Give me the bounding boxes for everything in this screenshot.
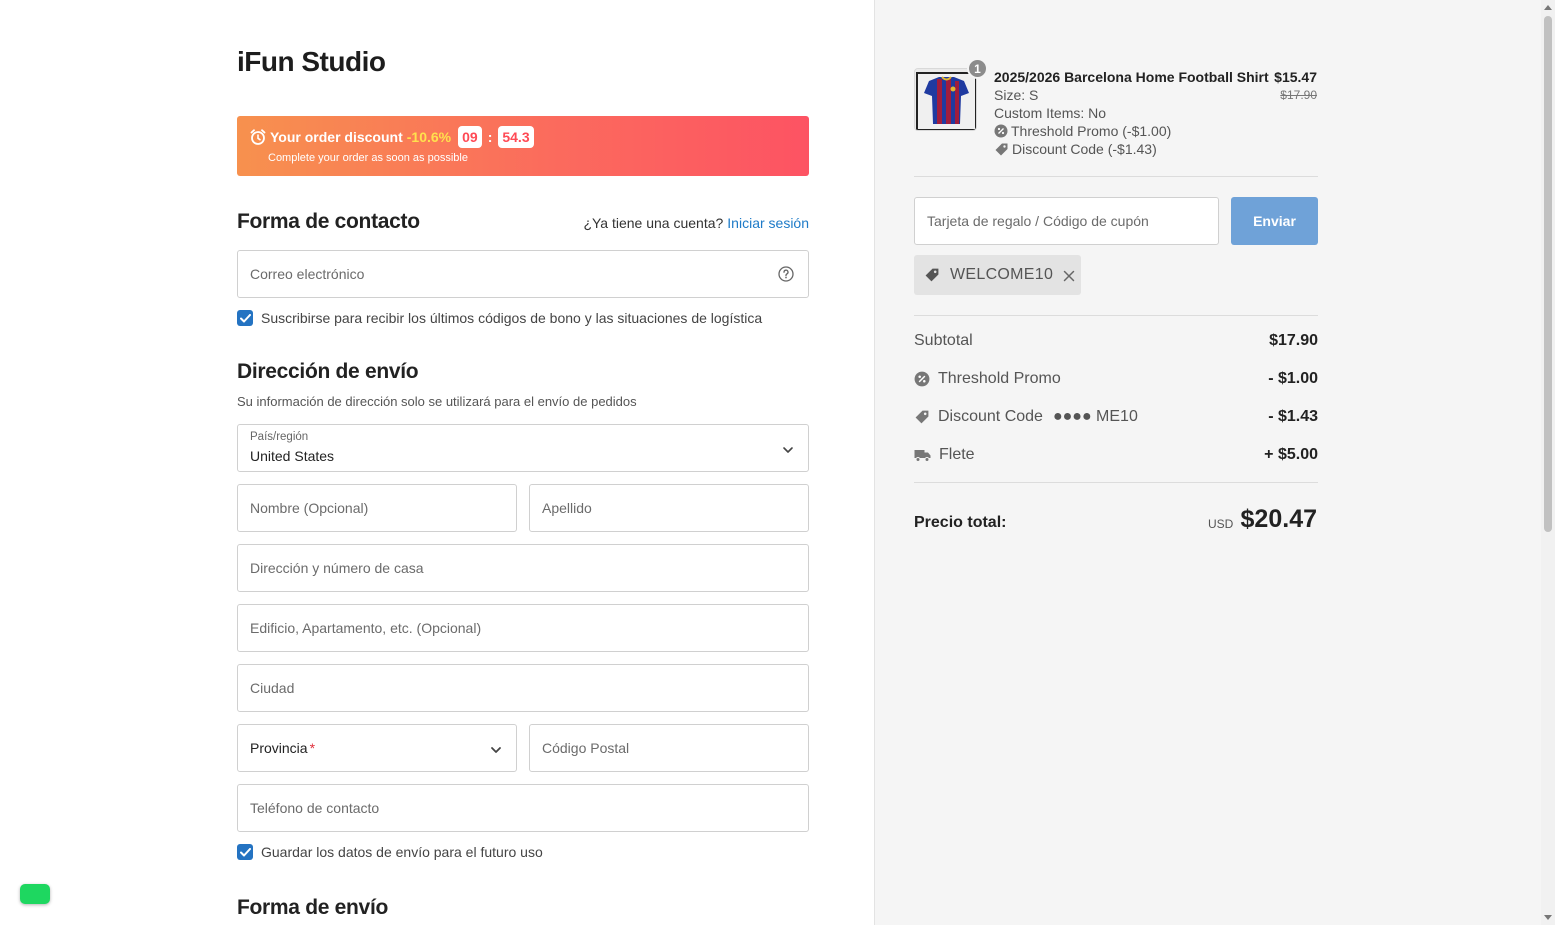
product-size: Size: S	[994, 87, 1039, 103]
shipping-address-title: Dirección de envío	[237, 360, 419, 383]
total-label: Precio total:	[914, 514, 1007, 531]
promo-badge-icon	[994, 124, 1008, 138]
postal-code-field[interactable]: Código Postal	[529, 724, 809, 772]
divider	[914, 176, 1318, 177]
discount-row: Discount Code ●●●● ME10 - $1.43	[914, 408, 1318, 430]
applied-coupon-code: WELCOME10	[950, 266, 1054, 283]
discount-countdown-banner: Your order discount -10.6% 09 : 54.3 Com…	[237, 116, 809, 176]
subscribe-checkbox-row[interactable]: Suscribirse para recibir los últimos cód…	[237, 310, 762, 326]
tag-icon	[995, 143, 1008, 155]
discount-label: Discount Code	[938, 408, 1043, 425]
postal-placeholder: Código Postal	[542, 740, 630, 756]
quantity-badge: 1	[967, 58, 988, 79]
promo-label: Threshold Promo	[938, 370, 1061, 387]
last-name-field[interactable]: Apellido	[529, 484, 809, 532]
promo-row: Threshold Promo - $1.00	[914, 370, 1318, 392]
product-discount: Discount Code (-$1.43)	[1012, 141, 1157, 157]
checkout-form-panel: iFun Studio Your order discount -10.6% 0…	[0, 0, 874, 925]
chevron-down-icon	[490, 743, 502, 755]
product-promo: Threshold Promo (-$1.00)	[1011, 123, 1172, 139]
banner-subtitle: Complete your order as soon as possible	[268, 152, 468, 164]
product-price: $15.47	[1274, 69, 1317, 85]
account-prompt: ¿Ya tiene una cuenta? Iniciar sesión	[583, 215, 809, 231]
discount-masked-code: ●●●● ME10	[1052, 408, 1138, 425]
login-link[interactable]: Iniciar sesión	[727, 215, 809, 231]
province-label-wrap: Provincia *	[250, 740, 315, 756]
product-custom: Custom Items: No	[994, 105, 1107, 121]
promo-amount: - $1.00	[1268, 370, 1318, 387]
city-placeholder: Ciudad	[250, 680, 295, 696]
subtotal-label: Subtotal	[914, 332, 973, 349]
phone-field[interactable]: Teléfono de contacto	[237, 784, 809, 832]
shipping-amount: + $5.00	[1264, 446, 1318, 463]
province-label: Provincia	[250, 740, 308, 756]
chevron-down-icon	[782, 443, 794, 455]
address2-field[interactable]: Edificio, Apartamento, etc. (Opcional)	[237, 604, 809, 652]
shipping-label: Flete	[939, 446, 975, 463]
province-select[interactable]: Provincia *	[237, 724, 517, 772]
chat-widget-button[interactable]	[20, 884, 50, 904]
product-thumbnail	[914, 68, 977, 131]
subtotal-amount: $17.90	[1269, 332, 1318, 349]
truck-icon	[914, 449, 931, 462]
tag-icon	[925, 268, 939, 282]
save-info-checkbox[interactable]	[237, 844, 253, 860]
country-value: United States	[250, 448, 335, 464]
shipping-method-title: Forma de envío	[237, 896, 389, 919]
promo-badge-icon	[914, 371, 930, 387]
subscribe-checkbox[interactable]	[237, 310, 253, 326]
subscribe-label: Suscribirse para recibir los últimos cód…	[261, 310, 763, 326]
applied-coupon-tag: WELCOME10	[914, 255, 1081, 295]
tag-icon	[915, 410, 929, 424]
first-name-field[interactable]: Nombre (Opcional)	[237, 484, 517, 532]
contact-section-title: Forma de contacto	[237, 210, 420, 233]
shipping-row: Flete + $5.00	[914, 446, 1318, 468]
page-scrollbar[interactable]	[1541, 0, 1555, 925]
phone-placeholder: Teléfono de contacto	[250, 800, 380, 816]
product-discount-line: Discount Code (-$1.43)	[994, 141, 1157, 157]
banner-label: Your order discount	[270, 129, 403, 145]
required-mark: *	[309, 740, 316, 756]
address-placeholder: Dirección y número de casa	[250, 560, 424, 576]
scrollbar-thumb[interactable]	[1544, 16, 1552, 532]
account-prompt-text: ¿Ya tiene una cuenta?	[583, 215, 724, 231]
country-label: País/región	[250, 431, 309, 443]
divider	[914, 482, 1318, 483]
remove-coupon-icon[interactable]	[1063, 269, 1075, 282]
scroll-up-arrow-icon[interactable]	[1544, 5, 1552, 10]
banner-discount-percent: -10.6%	[406, 129, 452, 145]
product-title: 2025/2026 Barcelona Home Football Shirt	[994, 69, 1269, 85]
country-select[interactable]: País/región United States	[237, 424, 809, 472]
product-promo-line: Threshold Promo (-$1.00)	[994, 123, 1171, 139]
shipping-address-subtitle: Su información de dirección solo se util…	[237, 394, 637, 409]
store-brand[interactable]: iFun Studio	[237, 46, 386, 78]
discount-amount: - $1.43	[1268, 408, 1318, 425]
save-info-checkbox-row[interactable]: Guardar los datos de envío para el futur…	[237, 844, 543, 860]
last-name-placeholder: Apellido	[542, 500, 592, 516]
apply-coupon-button[interactable]: Enviar	[1231, 197, 1318, 245]
product-original-price: $17.90	[1280, 88, 1317, 102]
save-info-label: Guardar los datos de envío para el futur…	[261, 844, 543, 860]
address-field[interactable]: Dirección y número de casa	[237, 544, 809, 592]
email-field[interactable]: Correo electrónico	[237, 250, 809, 298]
email-placeholder: Correo electrónico	[250, 266, 365, 282]
address2-placeholder: Edificio, Apartamento, etc. (Opcional)	[250, 620, 482, 636]
countdown-seconds: 54.3	[498, 126, 534, 148]
subtotal-row: Subtotal $17.90	[914, 332, 1318, 354]
coupon-input[interactable]: Tarjeta de regalo / Código de cupón	[914, 197, 1219, 245]
divider	[914, 315, 1318, 316]
countdown-separator: :	[487, 129, 493, 145]
total-amount: $20.47	[1240, 505, 1317, 533]
first-name-placeholder: Nombre (Opcional)	[250, 500, 369, 516]
scroll-down-arrow-icon[interactable]	[1544, 915, 1552, 920]
help-circle-icon[interactable]	[778, 266, 794, 282]
city-field[interactable]: Ciudad	[237, 664, 809, 712]
countdown-minutes: 09	[458, 126, 482, 148]
coupon-placeholder: Tarjeta de regalo / Código de cupón	[927, 213, 1149, 229]
alarm-clock-icon	[249, 128, 267, 146]
total-currency: USD	[1208, 517, 1234, 531]
